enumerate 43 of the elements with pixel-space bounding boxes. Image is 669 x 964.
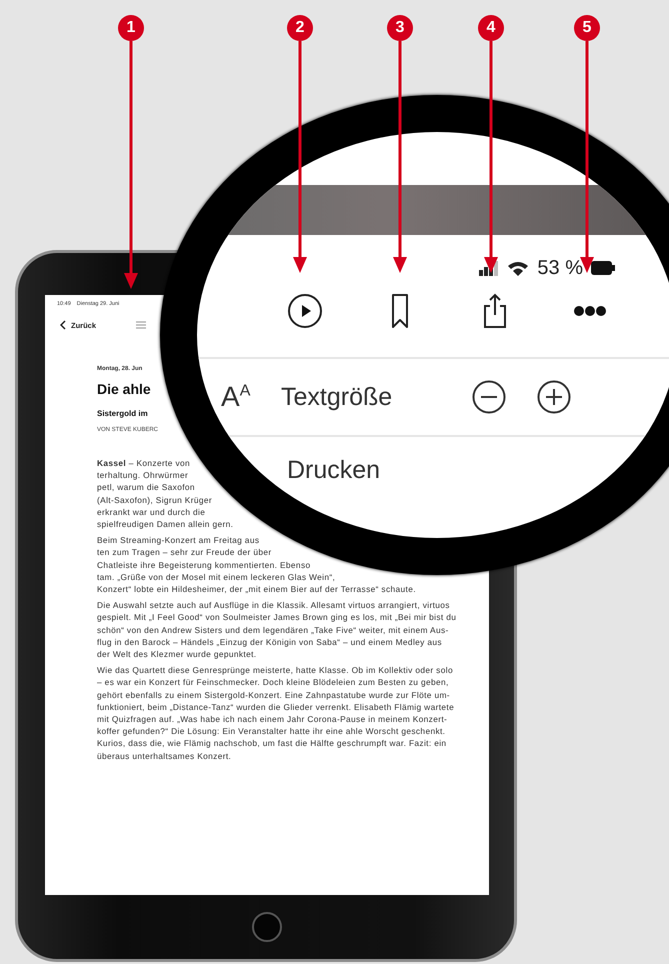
article-text-line: Kassel – Konzerte von xyxy=(97,457,190,470)
article-text-line: schön“ von den Andrew Sisters und dem legendären „Take Five“ weiter, mit einem Aus- xyxy=(97,624,449,636)
number-badge: 5 xyxy=(574,15,600,41)
plus-button[interactable] xyxy=(537,380,571,414)
article-text-line: Kurios, dass die, wie Flämig nachschob, um fast die Hälfte geschrumpft war. Fazit: ein xyxy=(97,737,446,750)
article-text-line: Wie das Quartett diese Genresprünge meisterte, hatte Klasse. Ob im Kollektiv oder solo xyxy=(97,664,453,676)
wifi-icon xyxy=(507,260,530,276)
article-text-line: gehört ebenfalls zu einem Sistergold-Konzert. Eine Zahnpastatube wurde zur Flöte um- xyxy=(97,688,450,701)
article-text-line: Die Auswahl setzte auch auf Ausflüge in die Klassik. Allesamt virtuos arrangiert, virtuos xyxy=(97,599,450,612)
article-text-line: ten zum Tragen – sehr zur Freude der über xyxy=(97,546,272,559)
article-text-line: koffer gefunden?“ Die Lösung: Ein Veranstalter hatte ihr eine ahle Worscht geschenkt. xyxy=(97,725,446,738)
number-badge: 1 xyxy=(118,15,144,41)
article-text-line: (Alt-Saxofon), Sigrun Krüger xyxy=(97,494,212,506)
article-text-line: gespielt. Mit „I Feel Good“ von Soulmeister James Brown ging es los, mit „Bei mir bist du xyxy=(97,611,456,624)
battery-percentage: 53 % xyxy=(537,256,583,280)
article-text-line: – es war ein Konzert für Feinschmecker. Doch kleine Blödeleien zum Besten zu geben, xyxy=(97,676,449,689)
article-text-line: flug in den Barock – Händels „Einzug der Königin von Saba“ – und einem Medley aus xyxy=(97,636,442,648)
article-text-line: spielfreudigen Damen allein gern. xyxy=(97,518,234,530)
article-text-line: Konzert“ lobte ein Hildesheimer, der „mit einem Bier auf der Terrasse“ schaute. xyxy=(97,583,416,596)
print-menu-item[interactable]: Drucken xyxy=(287,456,380,484)
article-text-line: funktioniert, beim „Distance-Tanz“ wurden die Glieder verrenkt. Elisabeth Flämig wartete xyxy=(97,700,454,714)
article-text-line: terhaltung. Ohrwürmer xyxy=(97,469,188,482)
article-text-line: erkrankt war und durch die xyxy=(97,506,206,518)
minus-button[interactable] xyxy=(472,380,506,414)
menu-label: Textgröße xyxy=(281,382,392,412)
article-text-line: überaus unterhaltsames Konzert. xyxy=(97,750,232,762)
list-icon[interactable] xyxy=(136,321,146,329)
text-size-icon: A$^{A}$ xyxy=(221,381,281,413)
article-text-line: tam. „Grüße von der Mosel mit einem leckeren Glas Wein“, xyxy=(97,570,336,584)
article-text-line: Beim Streaming-Konzert am Freitag aus xyxy=(97,534,260,546)
battery-icon xyxy=(591,260,615,276)
article-text-line: mit Quizfragen auf. „Was habe ich nach einem Jahr Corona-Pause in meinem Konzert- xyxy=(97,713,448,726)
home-button[interactable] xyxy=(252,912,282,942)
chevron-left-icon xyxy=(60,320,66,330)
article-subheadline: Sistergold im xyxy=(97,409,148,418)
article-text-line: petl, warum die Saxofon xyxy=(97,481,195,494)
number-badge: 3 xyxy=(387,15,413,41)
article-text-line: Chatleiste ihre Begeisterung kommentierten. Ebenso xyxy=(97,558,310,571)
number-badge: 2 xyxy=(287,15,313,41)
article-text-line: der Welt des Klezmer wurde gepunktet. xyxy=(97,648,256,660)
article-headline: Die ahle xyxy=(97,381,151,397)
number-badge: 4 xyxy=(478,15,504,41)
play-icon[interactable] xyxy=(287,293,323,329)
